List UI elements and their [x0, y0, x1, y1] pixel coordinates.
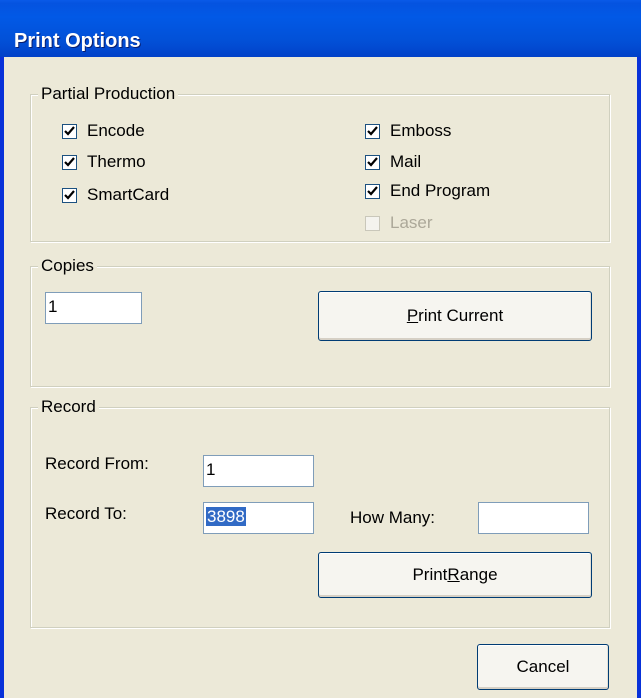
copies-legend: Copies: [38, 257, 97, 275]
checkbox-emboss-box[interactable]: [365, 123, 380, 139]
checkbox-emboss-label: Emboss: [390, 121, 452, 140]
checkbox-laser-box: [365, 215, 380, 231]
window-frame-right: [637, 57, 641, 698]
checkbox-emboss[interactable]: Emboss: [365, 121, 451, 141]
window-title: Print Options: [14, 30, 141, 52]
checkbox-end-program[interactable]: End Program: [365, 181, 490, 201]
checkmark-icon: [367, 185, 378, 196]
checkbox-smartcard[interactable]: SmartCard: [62, 185, 169, 205]
record-from-label: Record From:: [45, 454, 149, 473]
checkbox-mail-label: Mail: [390, 152, 422, 171]
checkbox-laser-label: Laser: [390, 213, 433, 232]
print-current-button[interactable]: Print Current: [318, 291, 592, 341]
partial-production-legend: Partial Production: [38, 85, 179, 103]
checkbox-encode-box[interactable]: [62, 123, 77, 139]
checkbox-mail[interactable]: Mail: [365, 152, 421, 172]
checkmark-icon: [64, 189, 75, 200]
checkmark-icon: [367, 156, 378, 167]
checkbox-encode[interactable]: Encode: [62, 121, 145, 141]
checkbox-thermo[interactable]: Thermo: [62, 152, 146, 172]
checkbox-smartcard-box[interactable]: [62, 187, 77, 203]
checkbox-thermo-box[interactable]: [62, 154, 77, 170]
how-many-label: How Many:: [350, 508, 436, 527]
checkbox-thermo-label: Thermo: [87, 152, 146, 171]
copies-input[interactable]: 1: [45, 292, 142, 324]
record-group: Record Record From: 1 Record To: 3898 Ho…: [30, 398, 610, 628]
checkmark-icon: [64, 156, 75, 167]
checkmark-icon: [64, 125, 75, 136]
record-to-input[interactable]: 3898: [203, 502, 314, 534]
print-current-button-suffix: rint Current: [418, 306, 504, 325]
window-frame-left: [0, 57, 4, 698]
copies-group: Copies 1 Print Current: [30, 257, 610, 387]
print-range-button[interactable]: Print Range: [318, 552, 592, 598]
title-bar[interactable]: Print Options: [0, 0, 641, 57]
print-current-button-mnemonic: P: [406, 306, 419, 325]
checkmark-icon: [367, 125, 378, 136]
print-range-button-mnemonic: R: [447, 565, 460, 584]
checkbox-end-program-label: End Program: [390, 181, 491, 200]
checkbox-encode-label: Encode: [87, 121, 145, 140]
record-legend: Record: [38, 398, 99, 416]
print-range-button-prefix: Print: [412, 565, 448, 584]
checkbox-laser: Laser: [365, 213, 433, 233]
record-to-label: Record To:: [45, 504, 127, 523]
checkbox-end-program-box[interactable]: [365, 183, 380, 199]
print-range-button-suffix: ange: [459, 565, 498, 584]
checkbox-mail-box[interactable]: [365, 154, 380, 170]
partial-production-group: Partial Production Encode Thermo SmartCa…: [30, 85, 610, 242]
record-to-value: 3898: [206, 507, 246, 526]
checkbox-smartcard-label: SmartCard: [87, 185, 170, 204]
print-options-dialog: Print Options Partial Production Encode …: [0, 0, 641, 698]
how-many-input[interactable]: [478, 502, 589, 534]
record-from-input[interactable]: 1: [203, 455, 314, 487]
cancel-button[interactable]: Cancel: [477, 644, 609, 690]
